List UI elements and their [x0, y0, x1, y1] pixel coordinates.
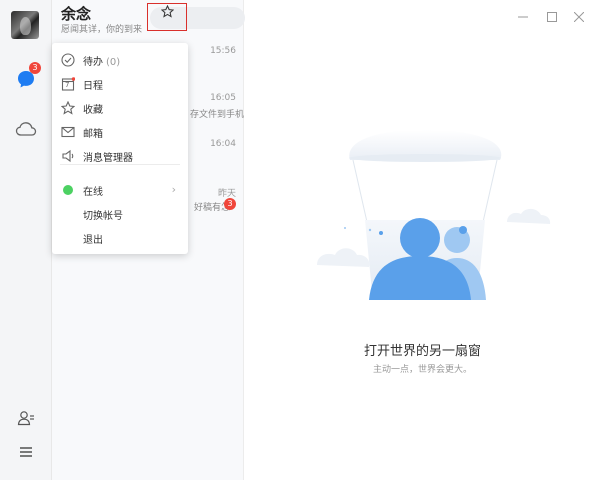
menu-item-favorites[interactable]: 收藏 [52, 97, 188, 119]
menu-label-message-manager: 消息管理器 [83, 153, 133, 164]
menu-label-schedule: 日程 [83, 81, 103, 92]
menu-item-switch-account[interactable]: 切换帐号 [52, 203, 188, 225]
menu-label-favorites: 收藏 [83, 105, 103, 116]
star-icon [160, 5, 174, 18]
left-nav-bar: 3 [0, 0, 52, 480]
chat-snippet: 存文件到手机 [189, 110, 244, 120]
menu-divider [60, 164, 180, 165]
menu-item-todo[interactable]: 待办 (0) [52, 49, 188, 71]
star-outline-icon [60, 100, 76, 116]
hamburger-icon [20, 447, 32, 457]
todo-count: (0) [106, 57, 121, 68]
empty-state-title: 打开世界的另一扇窗 [363, 344, 481, 359]
menu-item-status-online[interactable]: 在线 › [52, 179, 188, 201]
menu-label-mailbox: 邮箱 [83, 129, 103, 140]
menu-label-todo: 待办 [83, 57, 103, 68]
profile-name: 余念 [61, 5, 92, 23]
check-circle-icon [60, 52, 76, 68]
profile-dropdown-menu: 待办 (0) 7 日程 收藏 邮箱 消息管理器 在线 › 切换帐号 退出 [52, 43, 188, 254]
menu-label-exit: 退出 [83, 235, 103, 246]
online-status-icon [60, 182, 76, 198]
nav-cloud-button[interactable] [13, 116, 39, 142]
empty-state-subtitle: 主动一点，世界会更大。 [372, 365, 472, 375]
nav-menu-button[interactable] [13, 439, 39, 465]
menu-item-exit[interactable]: 退出 [52, 227, 188, 249]
speaker-icon [60, 148, 76, 164]
calendar-icon: 7 [60, 76, 76, 92]
chat-unread-badge: 3 [224, 198, 236, 210]
chat-time: 15:56 [210, 46, 236, 56]
avatar[interactable] [11, 11, 39, 39]
menu-item-mailbox[interactable]: 邮箱 [52, 121, 188, 143]
chat-time: 16:04 [210, 139, 236, 149]
chevron-right-icon: › [171, 183, 176, 196]
nav-chat-button[interactable]: 3 [13, 62, 41, 92]
profile-signature[interactable]: 愿闻其详，你的到来 [61, 22, 142, 35]
cloud-icon [15, 122, 37, 136]
chat-unread-badge: 3 [29, 62, 41, 74]
menu-label-switch-account: 切换帐号 [83, 211, 123, 222]
calendar-day: 7 [65, 81, 70, 89]
menu-item-schedule[interactable]: 7 日程 [52, 73, 188, 95]
main-empty-panel: 打开世界的另一扇窗 主动一点，世界会更大。 [245, 0, 600, 480]
window-world-illustration [317, 130, 551, 300]
menu-label-online: 在线 [83, 187, 103, 198]
nav-contacts-button[interactable] [13, 405, 39, 431]
contacts-icon [17, 411, 34, 426]
chat-time: 16:05 [210, 93, 236, 103]
mail-icon [60, 124, 76, 140]
favorite-star-button[interactable] [147, 3, 187, 31]
